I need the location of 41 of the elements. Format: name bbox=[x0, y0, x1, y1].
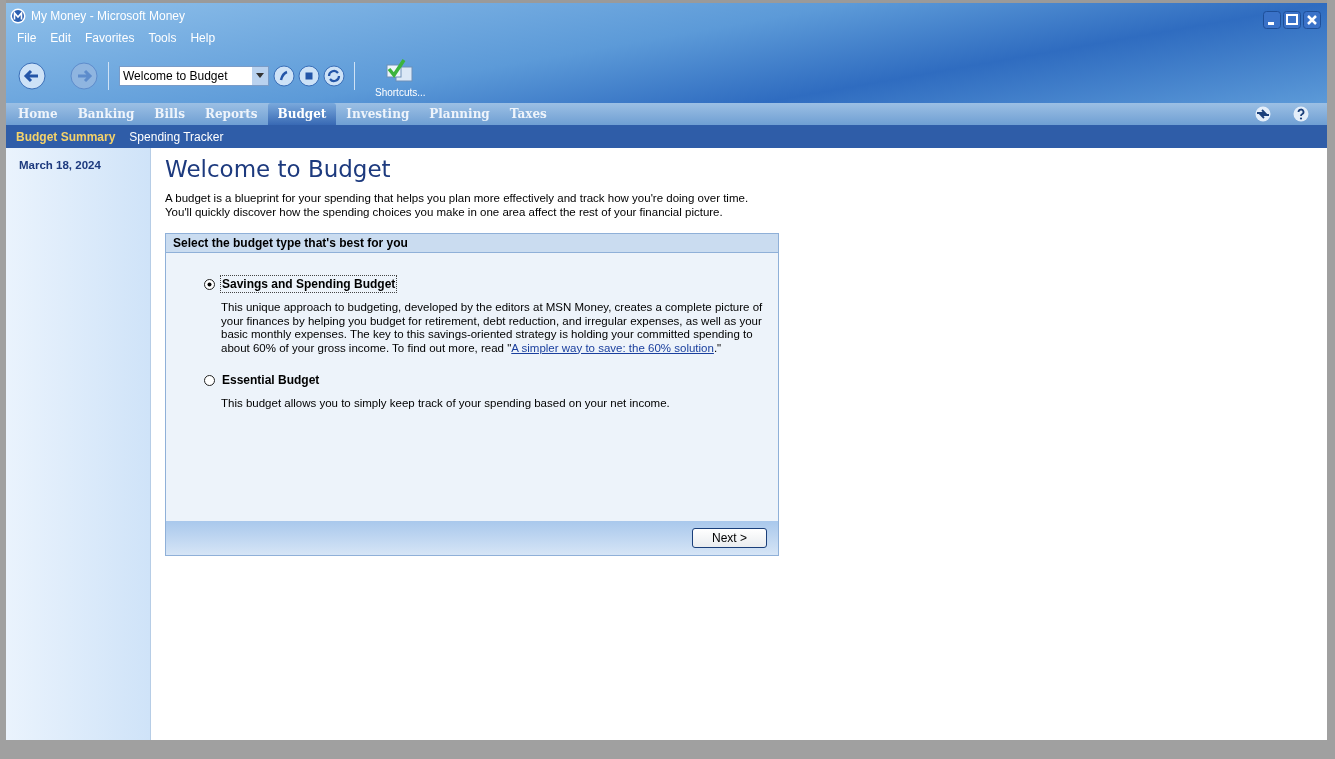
menu-item[interactable]: Tools bbox=[141, 29, 184, 47]
menu-item[interactable]: File bbox=[10, 29, 44, 47]
next-button[interactable]: Next > bbox=[692, 528, 767, 548]
close-button-icon[interactable] bbox=[1303, 11, 1321, 29]
go-button-icon[interactable] bbox=[273, 64, 295, 87]
refresh-button-icon[interactable] bbox=[323, 64, 345, 87]
page-title: Welcome to Budget bbox=[165, 156, 392, 182]
app-logo-icon bbox=[10, 8, 26, 24]
sync-arrows-icon[interactable] bbox=[1255, 106, 1271, 122]
intro-paragraph: A budget is a blueprint for your spending that helps you plan more effectively and track how you're doing over time. You'll quickly discover how the spending choices you make in one area affect the rest of your financial picture. bbox=[165, 191, 750, 219]
panel-heading: Select the budget type that's best for you bbox=[166, 234, 778, 253]
nav-tab[interactable]: Investing bbox=[336, 103, 420, 125]
sidebar-date: March 18, 2024 bbox=[19, 159, 102, 171]
shortcuts-label[interactable]: Shortcuts... bbox=[375, 87, 426, 98]
sub-tab[interactable]: Budget Summary bbox=[16, 129, 116, 144]
menu-item[interactable]: Help bbox=[183, 29, 223, 47]
radio-button[interactable] bbox=[204, 278, 215, 290]
menu-item[interactable]: Favorites bbox=[78, 29, 142, 47]
option-label[interactable]: Essential Budget bbox=[220, 371, 322, 389]
article-link[interactable]: A simpler way to save: the 60% solution bbox=[511, 341, 714, 354]
nav-tab[interactable]: Planning bbox=[419, 103, 500, 125]
minimize-button-icon[interactable] bbox=[1263, 11, 1281, 29]
maximize-button-icon[interactable] bbox=[1283, 11, 1301, 29]
radio-button[interactable] bbox=[204, 374, 215, 386]
option-description: This unique approach to budgeting, developed by the editors at MSN Money, creates a complete picture of your finances by helping you budget for retirement, debt reduction, and irregular expenses, as well as your basic monthly expenses. The key to this savings-oriented strategy is holding your committed spending to about 60% of your gross income. To find out more, read "A simpler way to save: the 60% solution." bbox=[221, 301, 764, 355]
address-combo-box[interactable]: Welcome to Budget bbox=[119, 65, 269, 86]
nav-tab[interactable]: Reports bbox=[194, 103, 268, 125]
nav-tab[interactable]: Banking bbox=[67, 103, 145, 125]
nav-tab[interactable]: Budget bbox=[267, 103, 337, 125]
window-title: My Money - Microsoft Money bbox=[31, 9, 186, 23]
option-label[interactable]: Savings and Spending Budget bbox=[220, 275, 398, 293]
sub-tab[interactable]: Spending Tracker bbox=[129, 129, 224, 144]
option-description: This budget allows you to simply keep track of your spending based on your net income. bbox=[221, 397, 671, 411]
dropdown-caret-icon[interactable] bbox=[256, 73, 264, 78]
menu-item[interactable]: Edit bbox=[43, 29, 79, 47]
nav-tab[interactable]: Home bbox=[8, 103, 68, 125]
help-icon[interactable] bbox=[1293, 106, 1309, 122]
back-button-icon[interactable] bbox=[18, 61, 46, 90]
stop-button-icon[interactable] bbox=[298, 64, 320, 87]
nav-tab[interactable]: Bills bbox=[144, 103, 195, 125]
nav-tab[interactable]: Taxes bbox=[499, 103, 557, 125]
